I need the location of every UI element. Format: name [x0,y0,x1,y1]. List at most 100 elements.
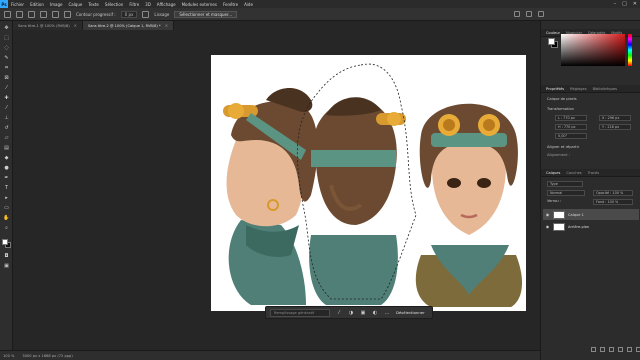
height-field[interactable]: H : 770 px [555,124,587,130]
menu-selection[interactable]: Sélection [102,2,126,7]
screen-mode-icon[interactable]: ▣ [3,263,10,269]
tab-calques[interactable]: Calques [546,171,560,175]
zoom-level[interactable]: 100 % [3,354,14,358]
marquee-tool-icon[interactable]: ⬚ [3,35,10,41]
layer-row-calque-1[interactable]: ◉ Calque 1 [543,209,639,220]
workspace-icon[interactable] [526,11,532,17]
new-group-icon[interactable] [627,347,632,352]
blend-mode-select[interactable]: Normal [547,190,585,196]
tab-sans-titre-1[interactable]: Sans titre-1 @ 100% (RVB/8) × [13,21,83,30]
tab-proprietes[interactable]: Propriétés [546,87,564,91]
generative-fill-input[interactable]: Remplissage génératif [270,308,330,317]
tab-sans-titre-2[interactable]: Sans titre-2 @ 100% (Calque 1, RVB/8) * … [82,21,175,30]
menu-image[interactable]: Image [47,2,66,7]
add-selection-icon[interactable] [40,10,47,18]
angle-field[interactable]: 0,00° [555,133,587,139]
select-and-mask-button[interactable]: Sélectionner et masquer... [174,10,238,18]
right-panels: Couleur Nuancier Dégradés Motifs Proprié… [540,21,640,360]
hue-slider[interactable] [628,34,632,66]
y-field[interactable]: Y : 218 px [599,124,631,130]
color-picker-field[interactable] [561,34,625,66]
foreground-color-swatch[interactable] [2,239,8,245]
menu-affichage[interactable]: Affichage [154,2,179,7]
crop-tool-icon[interactable]: ⌗ [3,65,10,71]
back-view-figure [309,97,406,305]
more-icon[interactable]: … [384,310,390,316]
frame-tool-icon[interactable]: ⊠ [3,75,10,81]
x-field[interactable]: X : 296 px [599,115,631,121]
document-tabs: Sans titre-1 @ 100% (RVB/8) × Sans titre… [13,21,540,30]
home-icon[interactable] [4,10,11,18]
menu-calque[interactable]: Calque [65,2,85,7]
quick-mask-icon[interactable]: ◘ [3,253,10,259]
link-layers-icon[interactable] [591,347,596,352]
width-field[interactable]: L : 770 px [555,115,587,121]
blur-tool-icon[interactable]: ◆ [3,155,10,161]
menu-3d[interactable]: 3D [142,2,154,7]
maximize-icon[interactable]: □ [622,1,627,7]
add-mask-icon[interactable] [609,347,614,352]
layer-row-arriere-plan[interactable]: ◉ Arrière-plan [543,221,639,232]
intersect-selection-icon[interactable] [64,10,71,18]
close-tab-icon[interactable]: × [165,23,168,28]
search-icon[interactable] [514,11,520,17]
lasso-tool-icon[interactable] [16,10,23,18]
document-canvas[interactable] [211,55,526,311]
hand-tool-icon[interactable]: ✋ [3,215,10,221]
visibility-eye-icon[interactable]: ◉ [545,224,550,229]
tab-bibliotheques[interactable]: Bibliothèques [593,87,617,91]
fx-icon[interactable] [600,347,605,352]
dodge-tool-icon[interactable]: ● [3,165,10,171]
menu-fichier[interactable]: Fichier [8,2,27,7]
healing-brush-icon[interactable]: ✚ [3,95,10,101]
deselect-button[interactable]: Désélectionner [396,310,425,315]
zoom-tool-icon[interactable]: ⌕ [3,225,10,231]
menu-modules-externes[interactable]: Modules externes [179,2,220,7]
history-brush-icon[interactable]: ↺ [3,125,10,131]
opacity-field[interactable]: Opacité : 100 % [593,190,633,196]
feather-label: Contour progressif : [76,11,116,17]
new-selection-icon[interactable] [28,10,35,18]
tab-traces[interactable]: Tracés [588,171,599,175]
tab-reglages[interactable]: Réglages [570,87,586,91]
close-tab-icon[interactable]: × [74,23,77,28]
brush-icon[interactable]: ⁄ [336,310,342,316]
workspace[interactable]: Remplissage génératif ⁄ ◑ ▣ ◐ … Désélect… [13,30,540,350]
menu-filtre[interactable]: Filtre [126,2,142,7]
layer-kind-filter[interactable]: Type [547,181,583,187]
transform-icon[interactable]: ▣ [360,310,366,316]
eyedropper-icon[interactable]: ⁄ [3,85,10,91]
adjustment-layer-icon[interactable] [618,347,623,352]
path-select-icon[interactable]: ▸ [3,195,10,201]
quick-select-icon[interactable]: ✎ [3,55,10,61]
align-section-title[interactable]: Aligner et répartir [547,145,579,149]
eraser-icon[interactable]: ▱ [3,135,10,141]
new-layer-icon[interactable] [636,347,640,352]
close-icon[interactable]: ✕ [633,1,637,7]
fill-field[interactable]: Fond : 100 % [593,199,633,205]
pen-tool-icon[interactable]: ✒ [3,175,10,181]
shape-tool-icon[interactable]: ▭ [3,205,10,211]
feather-input[interactable]: 0 px [120,10,138,18]
menu-texte[interactable]: Texte [85,2,102,7]
tab-couleur[interactable]: Couleur [546,31,560,35]
move-tool-icon[interactable]: ✥ [3,25,10,31]
minimize-icon[interactable]: – [614,1,617,7]
gradient-tool-icon[interactable]: ▤ [3,145,10,151]
menu-aide[interactable]: Aide [241,2,256,7]
fill-icon[interactable]: ◐ [372,310,378,316]
antialias-checkbox[interactable] [142,10,150,18]
foreground-swatch[interactable] [548,38,555,45]
menu-fenetre[interactable]: Fenêtre [220,2,241,7]
menu-edition[interactable]: Edition [27,2,47,7]
share-icon[interactable] [538,11,544,17]
visibility-eye-icon[interactable]: ◉ [545,212,550,217]
clone-stamp-icon[interactable]: ⊥ [3,115,10,121]
lasso-icon[interactable]: ◌ [3,45,10,51]
subtract-selection-icon[interactable] [52,10,59,18]
transform-section-title[interactable]: Transformation [547,107,574,111]
tab-couches[interactable]: Couches [566,171,581,175]
brush-tool-icon[interactable]: ⁄ [3,105,10,111]
mask-icon[interactable]: ◑ [348,310,354,316]
type-tool-icon[interactable]: T [3,185,10,191]
